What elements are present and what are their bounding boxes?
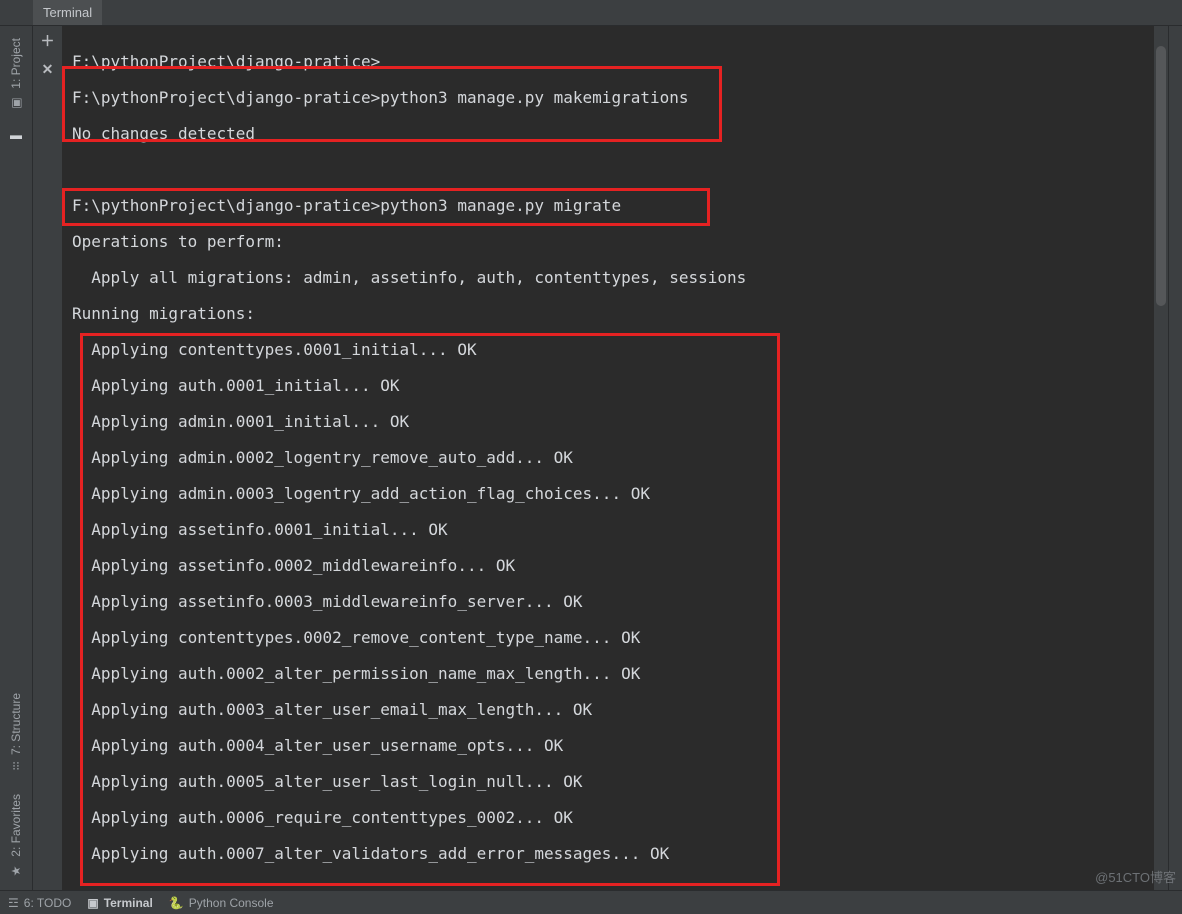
terminal-line (72, 864, 1168, 882)
scrollbar-track[interactable] (1154, 26, 1168, 890)
favorites-tool-tab[interactable]: ★ 2: Favorites (9, 784, 23, 888)
project-tool-tab[interactable]: ▣ 1: Project (9, 28, 23, 120)
terminal-bottom-label: Terminal (104, 896, 153, 910)
terminal-line: Apply all migrations: admin, assetinfo, … (72, 270, 1168, 288)
bottom-toolbar: ☲ 6: TODO ▣ Terminal 🐍 Python Console (0, 890, 1182, 914)
terminal-line: Applying auth.0004_alter_user_username_o… (72, 738, 1168, 756)
terminal-line (72, 144, 1168, 162)
terminal-line: Applying assetinfo.0002_middlewareinfo..… (72, 558, 1168, 576)
terminal-line: Applying admin.0002_logentry_remove_auto… (72, 450, 1168, 468)
project-label: 1: Project (9, 38, 23, 89)
right-edge (1168, 26, 1182, 890)
structure-label: 7: Structure (9, 693, 23, 755)
terminal-line: No changes detected (72, 126, 1168, 144)
terminal-line: Applying auth.0005_alter_user_last_login… (72, 774, 1168, 792)
todo-tool-button[interactable]: ☲ 6: TODO (8, 896, 71, 910)
todo-label: 6: TODO (24, 896, 72, 910)
project-icon: ▣ (9, 96, 23, 110)
favorites-label: 2: Favorites (9, 794, 23, 857)
terminal-line: Applying auth.0006_require_contenttypes_… (72, 810, 1168, 828)
terminal-line: Running migrations: (72, 306, 1168, 324)
python-console-label: Python Console (189, 896, 274, 910)
terminal-icon: ▣ (87, 896, 98, 910)
terminal-line: Applying admin.0001_initial... OK (72, 414, 1168, 432)
python-icon: 🐍 (169, 896, 184, 910)
terminal-line: Applying assetinfo.0001_initial... OK (72, 522, 1168, 540)
structure-tool-tab[interactable]: ⁝⁝ 7: Structure (9, 683, 23, 780)
terminal-line: Applying contenttypes.0001_initial... OK (72, 342, 1168, 360)
left-tool-rail: ▣ 1: Project ▬ ⁝⁝ 7: Structure ★ 2: Favo… (0, 26, 33, 890)
terminal-tab[interactable]: Terminal (33, 0, 102, 25)
watermark-text: @51CTO博客 (1095, 867, 1176, 886)
terminal-tool-button[interactable]: ▣ Terminal (87, 896, 152, 910)
terminal-output[interactable]: F:\pythonProject\django-pratice> F:\pytho… (62, 26, 1168, 890)
terminal-line: Applying auth.0001_initial... OK (72, 378, 1168, 396)
terminal-line: F:\pythonProject\django-pratice>python3 … (72, 90, 1168, 108)
terminal-line: Applying auth.0007_alter_validators_add_… (72, 846, 1168, 864)
terminal-line: F:\pythonProject\django-pratice> (72, 54, 1168, 72)
terminal-line: F:\pythonProject\django-pratice>python3 … (72, 198, 1168, 216)
terminal-line (72, 162, 1168, 180)
structure-icon: ⁝⁝ (12, 759, 20, 773)
terminal-line: Applying auth.0003_alter_user_email_max_… (72, 702, 1168, 720)
scrollbar-thumb[interactable] (1156, 46, 1166, 306)
terminal-line: Applying assetinfo.0003_middlewareinfo_s… (72, 594, 1168, 612)
python-console-button[interactable]: 🐍 Python Console (169, 896, 274, 910)
panel-header: Terminal (0, 0, 1182, 26)
header-spacer (0, 0, 33, 25)
terminal-tool-col: ＋ ✕ (33, 26, 62, 890)
new-session-button[interactable]: ＋ (37, 30, 59, 52)
close-session-button[interactable]: ✕ (37, 58, 59, 80)
folder-icon[interactable]: ▬ (10, 128, 22, 142)
header-blank (102, 0, 1182, 25)
terminal-line: Applying contenttypes.0002_remove_conten… (72, 630, 1168, 648)
terminal-line: Applying admin.0003_logentry_add_action_… (72, 486, 1168, 504)
todo-icon: ☲ (8, 896, 19, 910)
main-row: ▣ 1: Project ▬ ⁝⁝ 7: Structure ★ 2: Favo… (0, 26, 1182, 890)
terminal-line: Applying auth.0002_alter_permission_name… (72, 666, 1168, 684)
center-column: F:\pythonProject\django-pratice> F:\pytho… (62, 26, 1168, 890)
star-icon: ★ (9, 864, 23, 878)
terminal-line: Operations to perform: (72, 234, 1168, 252)
